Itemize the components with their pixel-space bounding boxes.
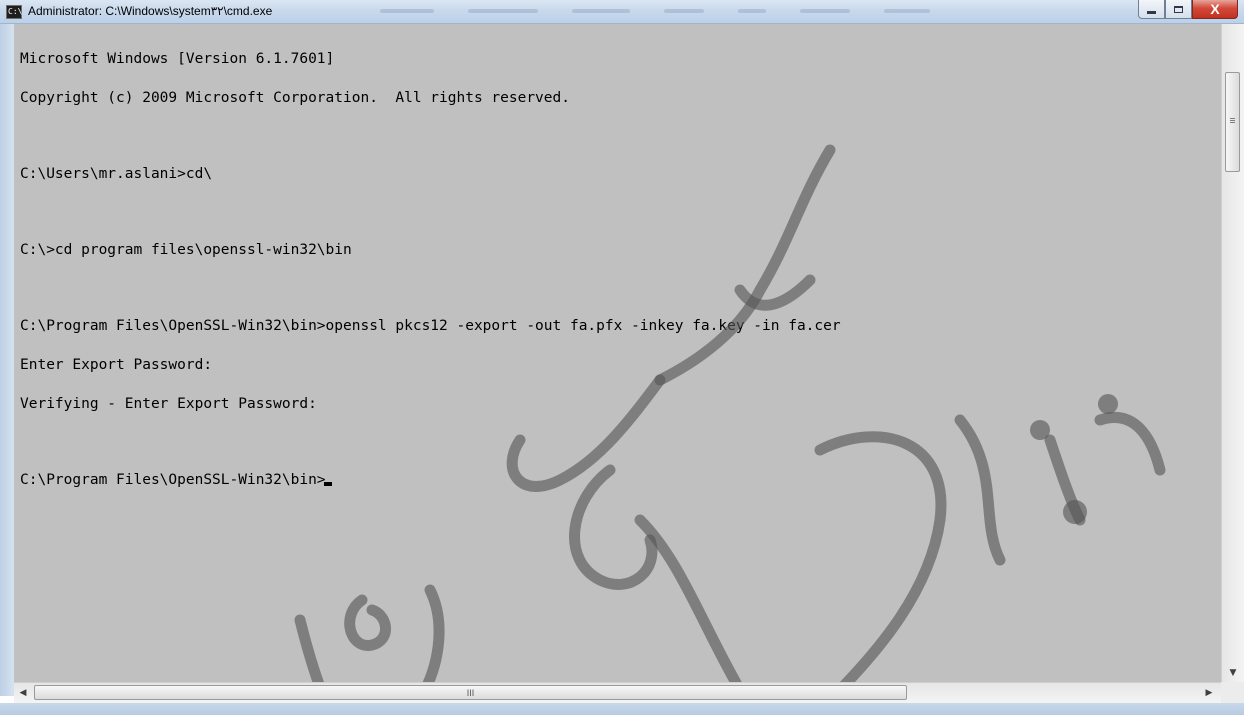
cmd-icon[interactable]: C:\ — [6, 5, 22, 19]
console-line: Verifying - Enter Export Password: — [20, 396, 317, 412]
scroll-right-button[interactable]: ▶ — [1200, 684, 1218, 702]
scroll-down-icon: ▼ — [1229, 668, 1237, 678]
text-cursor — [323, 482, 332, 486]
close-button[interactable]: X — [1192, 0, 1238, 19]
maximize-button[interactable] — [1165, 0, 1192, 19]
resize-grip-icon[interactable] — [1221, 682, 1244, 703]
maximize-icon — [1174, 5, 1183, 13]
scroll-right-icon: ▶ — [1205, 688, 1213, 698]
scroll-left-icon: ◀ — [19, 688, 27, 698]
grip-icon: III — [466, 687, 475, 698]
caption-buttons: X — [1138, 0, 1238, 19]
console-output[interactable]: Microsoft Windows [Version 6.1.7601] Cop… — [14, 24, 1221, 682]
console-line: Microsoft Windows [Version 6.1.7601] — [20, 51, 335, 67]
vertical-scrollbar[interactable]: ▼ — [1221, 50, 1244, 682]
background-ribbon-ghost — [380, 5, 1100, 17]
console-line: Enter Export Password: — [20, 357, 213, 373]
vertical-scroll-thumb[interactable] — [1225, 72, 1240, 172]
window-frame-bottom — [0, 703, 1244, 715]
scroll-left-button[interactable]: ◀ — [14, 684, 32, 702]
console-line: C:\Users\mr.aslani>cd\ — [20, 166, 213, 182]
scroll-down-button[interactable]: ▼ — [1222, 664, 1244, 682]
title-bar[interactable]: C:\ Administrator: C:\Windows\system۳۲\c… — [0, 0, 1244, 24]
horizontal-scrollbar[interactable]: ◀ III ▶ — [14, 682, 1221, 703]
minimize-icon — [1147, 11, 1156, 14]
console-line: Copyright (c) 2009 Microsoft Corporation… — [20, 90, 570, 106]
console-prompt-line: C:\Program Files\OpenSSL-Win32\bin> — [20, 472, 1215, 488]
console-text: Microsoft Windows [Version 6.1.7601] Cop… — [20, 27, 1215, 513]
grip-icon — [1230, 118, 1235, 124]
close-icon: X — [1210, 1, 1220, 17]
console-prompt: C:\Program Files\OpenSSL-Win32\bin> — [20, 472, 326, 488]
vertical-scrollbar-top: ▲ — [1221, 24, 1244, 66]
window-frame-left — [0, 24, 14, 696]
horizontal-scroll-thumb[interactable]: III — [34, 685, 907, 700]
minimize-button[interactable] — [1138, 0, 1165, 19]
window-title: Administrator: C:\Windows\system۳۲\cmd.e… — [28, 4, 273, 18]
console-line: C:\>cd program files\openssl-win32\bin — [20, 242, 352, 258]
console-line: C:\Program Files\OpenSSL-Win32\bin>opens… — [20, 318, 841, 334]
